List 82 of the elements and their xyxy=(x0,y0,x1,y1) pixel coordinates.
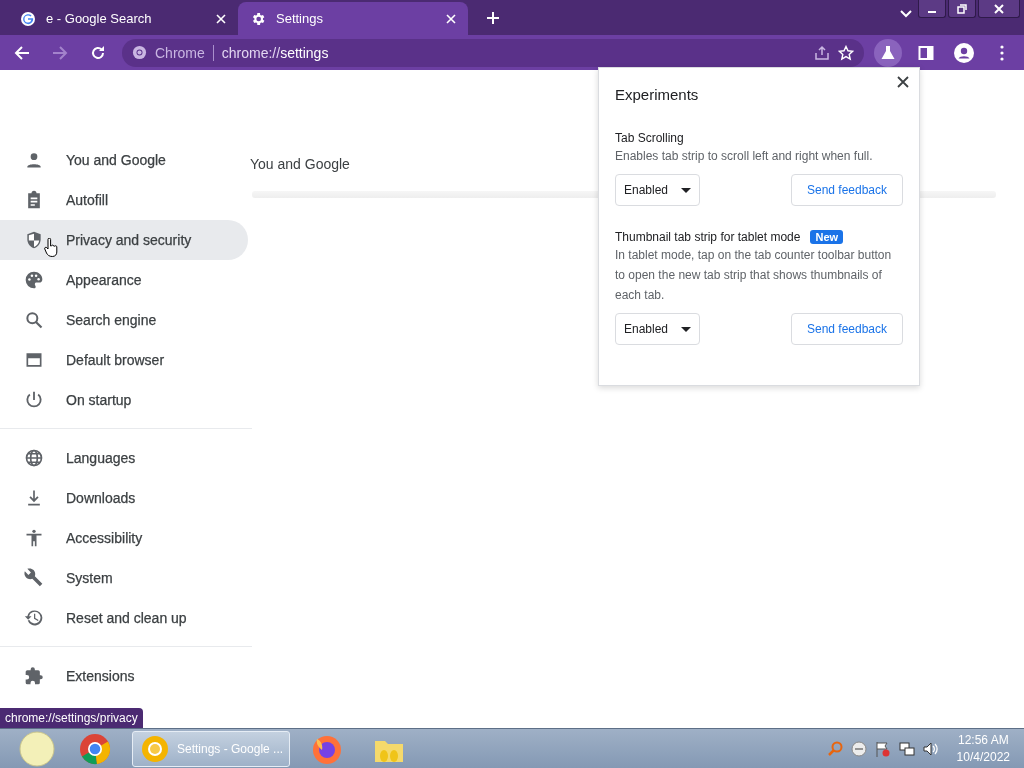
sidebar-item[interactable]: Downloads xyxy=(0,478,248,518)
experiment-description: Enables tab strip to scroll left and right when full. xyxy=(615,148,874,165)
palette-icon xyxy=(24,270,44,290)
restore-icon xyxy=(957,3,967,14)
history-icon xyxy=(24,608,44,628)
side-panel-icon xyxy=(918,44,934,61)
sidebar-item[interactable]: On startup xyxy=(0,380,248,420)
google-icon xyxy=(20,10,36,27)
gear-icon xyxy=(250,10,266,27)
browser-tab[interactable]: e - Google Search xyxy=(8,2,238,35)
sidebar-item[interactable]: Languages xyxy=(0,438,248,478)
site-label: Chrome xyxy=(155,44,205,61)
close-button[interactable] xyxy=(897,76,909,88)
flask-icon xyxy=(880,44,896,61)
menu-dots-icon xyxy=(1000,44,1004,61)
new-tab-button[interactable] xyxy=(486,10,500,25)
close-icon xyxy=(446,13,456,24)
sidebar-item[interactable]: Reset and clean up xyxy=(0,598,248,638)
network-icon xyxy=(898,740,915,757)
arrow-right-icon xyxy=(52,44,68,61)
share-icon xyxy=(814,44,830,61)
sidebar-item[interactable]: Extensions xyxy=(0,656,248,696)
browser-tab[interactable]: Settings xyxy=(238,2,468,35)
clock-date: 10/4/2022 xyxy=(956,748,1010,766)
flag-icon xyxy=(874,740,891,757)
share-button[interactable] xyxy=(814,44,830,61)
search-icon xyxy=(24,310,44,330)
caret-down-icon xyxy=(681,326,691,332)
reload-icon xyxy=(90,44,106,61)
sidebar-item[interactable]: Default browser xyxy=(0,340,248,380)
close-icon xyxy=(216,13,226,24)
restore-button[interactable] xyxy=(948,0,976,18)
section-title: You and Google xyxy=(250,156,350,172)
sidebar-item[interactable]: You and Google xyxy=(0,140,248,180)
caret-down-icon xyxy=(681,187,691,193)
close-window-button[interactable] xyxy=(978,0,1020,18)
close-tab-icon[interactable] xyxy=(216,13,226,24)
status-icon xyxy=(850,740,867,757)
person-icon xyxy=(24,150,44,170)
status-tooltip: chrome://settings/privacy xyxy=(0,708,143,728)
shield-icon xyxy=(24,230,44,250)
send-feedback-button[interactable]: Send feedback xyxy=(791,313,903,345)
plus-icon xyxy=(486,10,500,25)
send-feedback-button[interactable]: Send feedback xyxy=(791,174,903,206)
popup-title: Experiments xyxy=(615,86,700,103)
state-dropdown[interactable]: Enabled xyxy=(615,174,700,206)
chevron-down-icon xyxy=(900,10,912,18)
close-icon xyxy=(994,3,1004,14)
magnifier-icon xyxy=(826,740,843,757)
start-orb-icon xyxy=(19,730,55,767)
browser-window-icon xyxy=(24,350,44,370)
state-dropdown[interactable]: Enabled xyxy=(615,313,700,345)
sidebar-item[interactable]: Accessibility xyxy=(0,518,248,558)
new-badge: New xyxy=(810,230,844,244)
accessibility-icon xyxy=(24,528,44,548)
experiment-name: Tab Scrolling xyxy=(615,131,684,145)
sidebar-item[interactable]: Appearance xyxy=(0,260,248,300)
address-bar[interactable]: Chrome chrome://settings xyxy=(122,38,864,67)
sidebar-item[interactable]: Privacy and security xyxy=(0,220,248,260)
sidebar-item[interactable]: System xyxy=(0,558,248,598)
experiment-name: Thumbnail tab strip for tablet mode xyxy=(615,230,801,244)
bookmark-button[interactable] xyxy=(838,44,854,61)
minimize-button[interactable] xyxy=(918,0,946,18)
tab-search-button[interactable] xyxy=(900,10,912,18)
close-icon xyxy=(897,76,909,88)
speaker-icon xyxy=(922,740,939,757)
person-icon xyxy=(954,42,974,63)
url-text: chrome://settings xyxy=(221,44,330,61)
clock-time: 12:56 AM xyxy=(956,731,1010,749)
star-icon xyxy=(838,44,854,61)
sidebar-item[interactable]: Autofill xyxy=(0,180,248,220)
minimize-icon xyxy=(928,10,936,13)
puzzle-piece-icon xyxy=(24,666,44,686)
arrow-left-icon xyxy=(14,44,30,61)
globe-icon xyxy=(24,448,44,468)
experiment-description: In tablet mode, tap on the tab counter toolbar button to open the new tab strip that shows thumbnails of each tab. xyxy=(615,247,893,304)
hand-cursor-icon xyxy=(44,238,58,258)
wrench-icon xyxy=(24,568,44,588)
close-tab-icon[interactable] xyxy=(446,13,456,24)
power-icon xyxy=(24,390,44,410)
sidebar-item[interactable]: Search engine xyxy=(0,300,248,340)
experiments-button[interactable] xyxy=(874,38,902,67)
